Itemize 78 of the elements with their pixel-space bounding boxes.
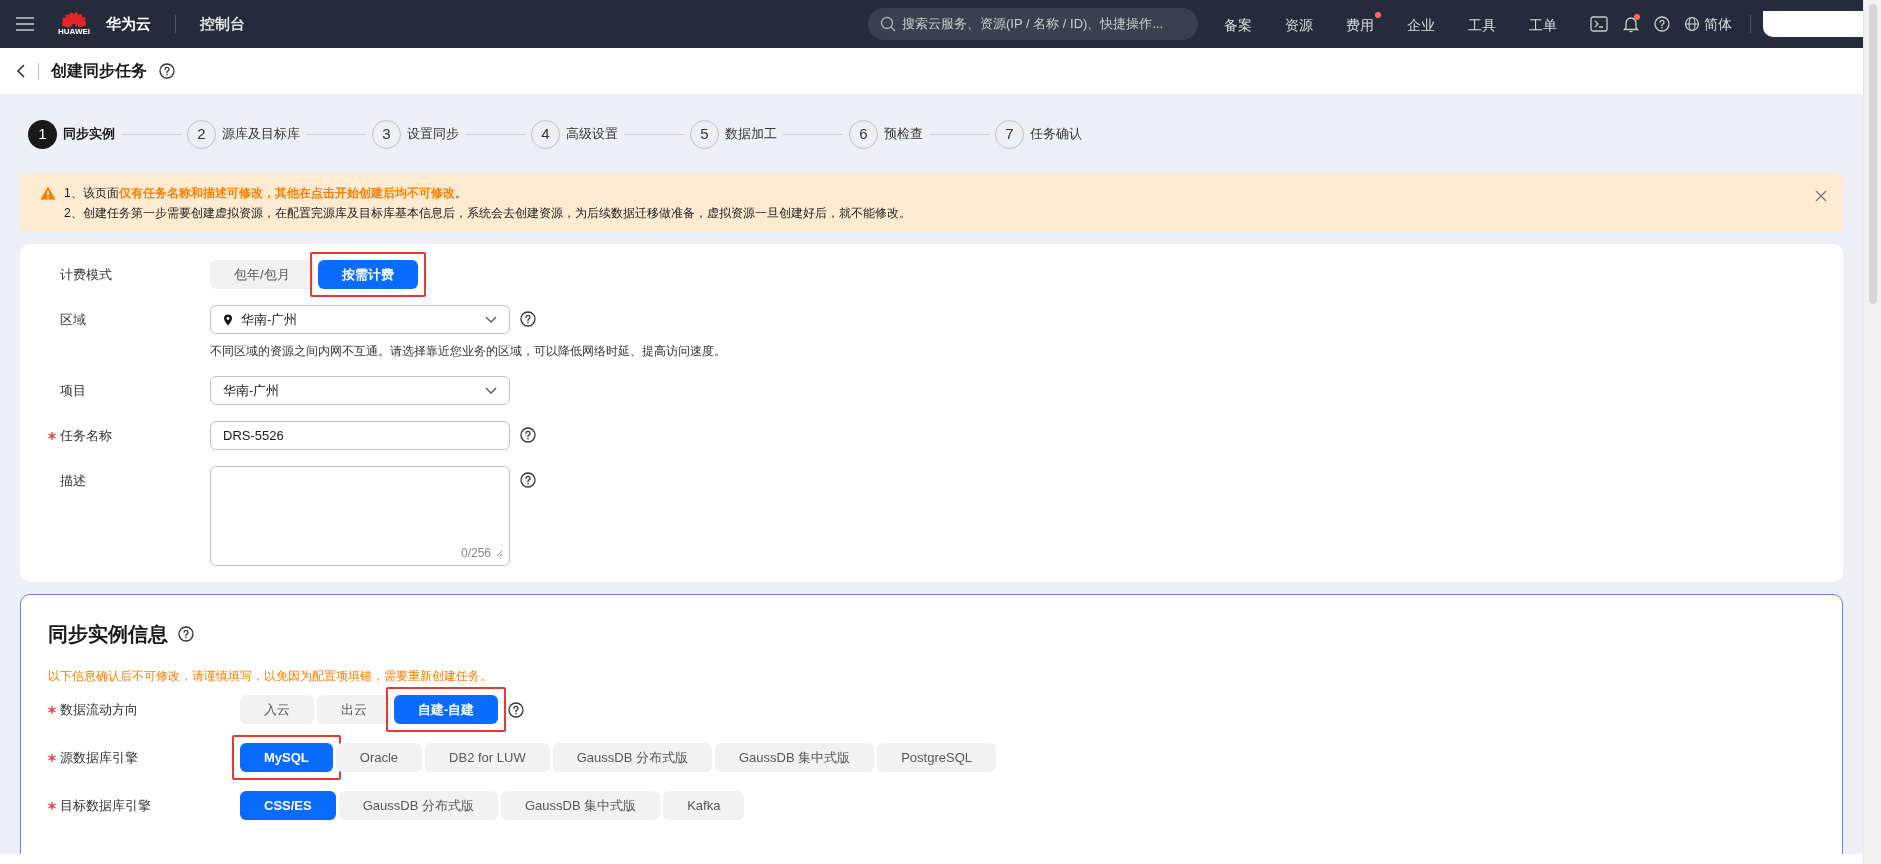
step-number[interactable]: 3 bbox=[372, 119, 401, 149]
select-field[interactable]: 华南-广州 bbox=[210, 376, 510, 405]
help-icon[interactable] bbox=[520, 427, 536, 443]
nav-link[interactable]: 费用 bbox=[1346, 12, 1381, 36]
resize-handle-icon[interactable] bbox=[495, 549, 503, 557]
back-icon[interactable] bbox=[16, 64, 26, 78]
step-number[interactable]: 4 bbox=[531, 119, 560, 149]
option-button[interactable]: Kafka bbox=[663, 791, 745, 820]
field-label: 数据流动方向 bbox=[60, 700, 138, 719]
field-label: 目标数据库引擎 bbox=[60, 796, 151, 815]
char-counter: 0/256 bbox=[460, 545, 491, 562]
nav-link[interactable]: 工单 bbox=[1529, 12, 1564, 36]
alert-text: 2、创建任务第一步需要创建虚拟资源，在配置完源库及目标库基本信息后，系统会去创建资源，为后续数据迁移做准备，虚拟资源一旦创建好后，就不能修改。 bbox=[64, 205, 911, 222]
console-link[interactable]: 控制台 bbox=[200, 12, 245, 36]
step-number[interactable]: 1 bbox=[28, 119, 57, 149]
help-icon[interactable] bbox=[508, 701, 525, 718]
globe-icon bbox=[1684, 16, 1700, 32]
search-icon bbox=[880, 16, 896, 32]
option-button[interactable]: Oracle bbox=[335, 743, 423, 772]
option-button[interactable]: GaussDB 集中式版 bbox=[500, 791, 661, 820]
option-button[interactable]: MySQL bbox=[240, 743, 333, 772]
alert-text: 1、该页面仅有任务名称和描述可修改，其他在点击开始创建后均不可修改。 bbox=[64, 185, 468, 202]
option-button[interactable]: 按需计费 bbox=[317, 260, 418, 289]
nav-link[interactable]: 企业 bbox=[1407, 12, 1442, 36]
option-button[interactable]: 出云 bbox=[317, 695, 391, 724]
step-label[interactable]: 预检查 bbox=[884, 124, 923, 144]
option-button[interactable]: 自建-自建 bbox=[394, 695, 499, 724]
nav-link[interactable]: 资源 bbox=[1285, 12, 1320, 36]
chevron-down-icon bbox=[485, 386, 497, 395]
option-button[interactable]: 入云 bbox=[240, 695, 314, 724]
menu-icon[interactable] bbox=[16, 17, 34, 31]
step-number[interactable]: 6 bbox=[849, 119, 878, 149]
nav-link[interactable]: 备案 bbox=[1224, 12, 1259, 36]
brand-name: 华为云 bbox=[106, 13, 151, 34]
warning-icon bbox=[40, 186, 56, 200]
language-menu[interactable]: 简体 bbox=[1684, 13, 1732, 35]
option-button[interactable]: PostgreSQL bbox=[877, 743, 996, 772]
bell-icon[interactable] bbox=[1622, 15, 1640, 33]
step-number[interactable]: 7 bbox=[995, 119, 1024, 149]
field-label: 源数据库引擎 bbox=[60, 748, 138, 767]
option-button[interactable]: GaussDB 集中式版 bbox=[714, 743, 875, 772]
step-number[interactable]: 5 bbox=[690, 119, 719, 149]
step-label[interactable]: 同步实例 bbox=[63, 124, 115, 144]
option-button[interactable]: CSS/ES bbox=[240, 791, 336, 820]
terminal-icon[interactable] bbox=[1590, 16, 1608, 32]
warning-note: 以下信息确认后不可修改，请谨慎填写，以免因为配置项填错，需要重新创建任务。 bbox=[48, 668, 493, 685]
field-label: 计费模式 bbox=[60, 265, 112, 284]
option-button[interactable]: 包年/包月 bbox=[210, 260, 314, 289]
chevron-down-icon bbox=[485, 315, 497, 324]
step-number[interactable]: 2 bbox=[187, 119, 216, 149]
flower-logo-icon bbox=[62, 12, 86, 28]
select-field[interactable]: 华南-广州 bbox=[210, 305, 510, 334]
step-label[interactable]: 设置同步 bbox=[407, 124, 459, 144]
logo-text: HUAWEI bbox=[58, 28, 90, 36]
field-label: 区域 bbox=[60, 310, 86, 329]
option-button[interactable]: DB2 for LUW bbox=[425, 743, 550, 772]
section-title: 同步实例信息 bbox=[48, 622, 168, 647]
step-label[interactable]: 任务确认 bbox=[1030, 124, 1082, 144]
step-label[interactable]: 高级设置 bbox=[566, 124, 618, 144]
help-icon[interactable] bbox=[159, 63, 175, 79]
step-label[interactable]: 源库及目标库 bbox=[222, 124, 300, 144]
help-icon[interactable] bbox=[178, 626, 194, 642]
option-button[interactable]: GaussDB 分布式版 bbox=[552, 743, 712, 772]
help-icon[interactable] bbox=[520, 311, 536, 327]
page-title: 创建同步任务 bbox=[51, 61, 147, 81]
nav-link[interactable]: 工具 bbox=[1468, 12, 1503, 36]
location-pin-icon bbox=[223, 313, 233, 326]
field-label: 项目 bbox=[60, 381, 86, 400]
textarea-field[interactable]: 0/256 bbox=[210, 466, 510, 566]
field-hint: 不同区域的资源之间内网不互通。请选择靠近您业务的区域，可以降低网络时延、提高访问速度。 bbox=[210, 343, 726, 360]
option-button[interactable]: GaussDB 分布式版 bbox=[338, 791, 498, 820]
search-field[interactable]: 搜索云服务、资源(IP / 名称 / ID)、快捷操作... bbox=[868, 8, 1198, 40]
field-label: 描述 bbox=[60, 471, 86, 490]
help-icon[interactable] bbox=[520, 472, 536, 488]
step-label[interactable]: 数据加工 bbox=[725, 124, 777, 144]
close-icon[interactable] bbox=[1815, 190, 1827, 202]
text-field[interactable]: DRS-5526 bbox=[210, 421, 510, 450]
field-label: 任务名称 bbox=[60, 426, 112, 445]
